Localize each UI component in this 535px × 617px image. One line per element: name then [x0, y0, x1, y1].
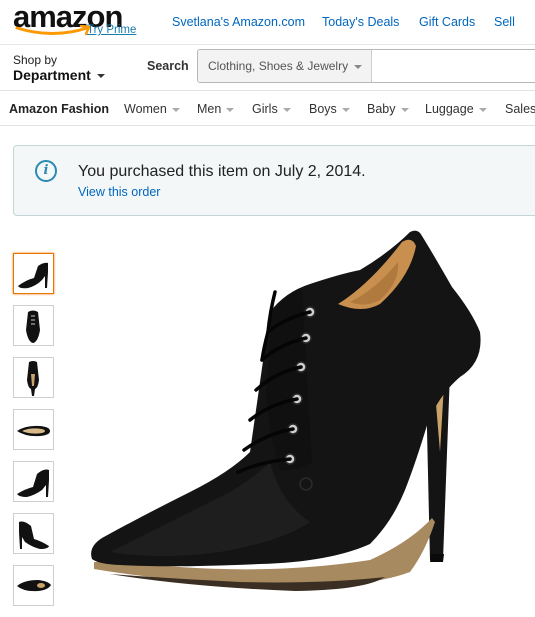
department-label: Department	[13, 67, 91, 83]
todays-deals-link[interactable]: Today's Deals	[322, 15, 399, 29]
chevron-down-icon	[226, 107, 235, 112]
gift-cards-link[interactable]: Gift Cards	[419, 15, 475, 29]
thumbnail-side-view[interactable]	[13, 253, 54, 294]
thumbnail-side-view-2[interactable]	[13, 461, 54, 502]
thumbnail-front-view[interactable]	[13, 305, 54, 346]
thumbnail-back-view[interactable]	[13, 357, 54, 398]
nav-item-baby[interactable]: Baby	[367, 102, 409, 116]
department-menu[interactable]: Department	[13, 67, 105, 83]
shoe-thumbnail-icon	[19, 521, 49, 549]
product-main-image[interactable]	[80, 222, 535, 617]
nav-label: Boys	[309, 102, 337, 116]
info-icon: i	[35, 160, 57, 182]
shoe-thumbnail-icon	[18, 262, 48, 289]
thumbnail-side-view-3[interactable]	[13, 513, 54, 554]
chevron-down-icon	[478, 107, 487, 112]
chevron-down-icon	[341, 107, 350, 112]
shoe-thumbnail-icon	[17, 580, 51, 592]
nav-label: Women	[124, 102, 167, 116]
shop-by-label: Shop by	[13, 53, 58, 67]
chevron-down-icon	[171, 107, 180, 112]
search-row: Shop by Department Search Clothing, Shoe…	[0, 44, 535, 91]
account-link[interactable]: Svetlana's Amazon.com	[172, 15, 305, 29]
shoe-thumbnail-icon	[26, 310, 40, 343]
nav-label: Baby	[367, 102, 396, 116]
search-label: Search	[147, 59, 189, 73]
nav-item-girls[interactable]: Girls	[252, 102, 291, 116]
thumbnail-sole-view[interactable]	[13, 409, 54, 450]
thumbnail-top-view[interactable]	[13, 565, 54, 606]
shoe-thumbnail-icon	[27, 361, 39, 396]
nav-item-men[interactable]: Men	[197, 102, 235, 116]
shoe-thumbnail-icon	[17, 425, 50, 437]
shoe-thumbnail-icon	[17, 469, 49, 497]
category-nav: Amazon Fashion Women Men Girls Boys Baby…	[0, 90, 535, 126]
nav-label: Men	[197, 102, 222, 116]
search-input[interactable]: Clothing, Shoes & Jewelry	[197, 49, 535, 83]
nav-item-boys[interactable]: Boys	[309, 102, 350, 116]
nav-label: Girls	[252, 102, 278, 116]
view-order-link[interactable]: View this order	[78, 185, 160, 199]
purchase-notice-text: You purchased this item on July 2, 2014.	[78, 163, 366, 180]
search-category-dropdown[interactable]: Clothing, Shoes & Jewelry	[198, 50, 372, 82]
chevron-down-icon	[400, 107, 409, 112]
chevron-down-icon	[354, 64, 363, 69]
chevron-down-icon	[96, 74, 105, 79]
logo-smile-icon	[15, 25, 91, 36]
purchase-notice: i You purchased this item on July 2, 201…	[13, 145, 535, 216]
nav-item-amazon-fashion[interactable]: Amazon Fashion	[9, 102, 109, 116]
search-category-value: Clothing, Shoes & Jewelry	[208, 59, 349, 73]
sell-link[interactable]: Sell	[494, 15, 515, 29]
top-bar: amazon Try Prime Svetlana's Amazon.com T…	[0, 0, 535, 44]
nav-label: Luggage	[425, 102, 474, 116]
nav-item-sales[interactable]: Sales	[505, 102, 535, 116]
nav-item-women[interactable]: Women	[124, 102, 180, 116]
nav-item-luggage[interactable]: Luggage	[425, 102, 487, 116]
try-prime-link[interactable]: Try Prime	[87, 24, 136, 36]
chevron-down-icon	[282, 107, 291, 112]
